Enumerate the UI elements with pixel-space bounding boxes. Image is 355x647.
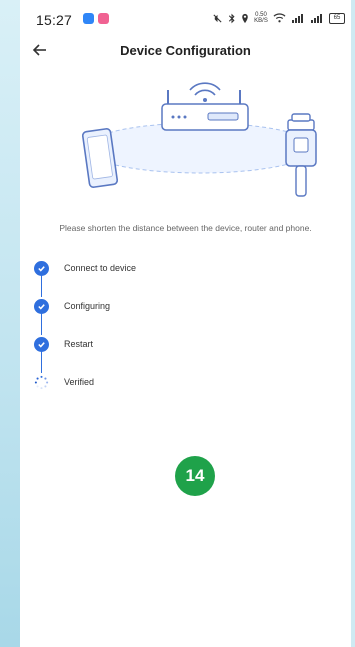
check-circle-icon <box>34 260 49 276</box>
step-label: Connect to device <box>64 263 137 273</box>
battery-icon: 65 <box>329 12 345 24</box>
loading-spinner-icon <box>34 375 49 390</box>
step-connector <box>41 351 42 373</box>
step-item: Verified <box>34 373 334 391</box>
location-icon <box>242 13 248 23</box>
signal-icon <box>311 14 322 23</box>
background-frame-right <box>351 0 355 647</box>
distance-hint: Please shorten the distance between the … <box>59 223 312 233</box>
app-header: Device Configuration <box>20 36 351 66</box>
network-speed: 0.50 KB/S <box>254 12 268 24</box>
mute-icon <box>213 13 222 23</box>
step-item: Restart <box>34 335 334 353</box>
device-router-phone-illustration <box>81 82 317 197</box>
check-circle-icon <box>34 298 49 314</box>
signal-icon <box>292 14 303 23</box>
step-counter-badge: 14 <box>175 456 215 496</box>
device-graphic <box>285 113 317 197</box>
phone-screen: 15:27 0.50 KB/S 65 Device Configuration … <box>20 0 351 647</box>
step-label: Restart <box>64 339 94 349</box>
check-circle-icon <box>34 336 49 352</box>
step-item: Connect to device <box>34 259 334 277</box>
wifi-icon <box>273 13 286 23</box>
step-label: Configuring <box>64 301 111 311</box>
battery-level: 65 <box>333 14 341 21</box>
router-graphic <box>161 82 249 131</box>
bluetooth-icon <box>228 13 235 23</box>
status-bar: 15:27 0.50 KB/S 65 <box>20 0 351 36</box>
step-connector <box>41 275 42 297</box>
background-frame-left <box>0 0 20 647</box>
step-item: Configuring <box>34 297 334 315</box>
step-label: Verified <box>64 377 95 387</box>
status-time: 15:27 <box>36 12 73 28</box>
app-notification-icon <box>83 13 94 24</box>
step-connector <box>41 313 42 335</box>
page-title: Device Configuration <box>120 43 251 58</box>
app-notification-icon <box>98 13 109 24</box>
status-icons: 0.50 KB/S 65 <box>212 12 345 24</box>
